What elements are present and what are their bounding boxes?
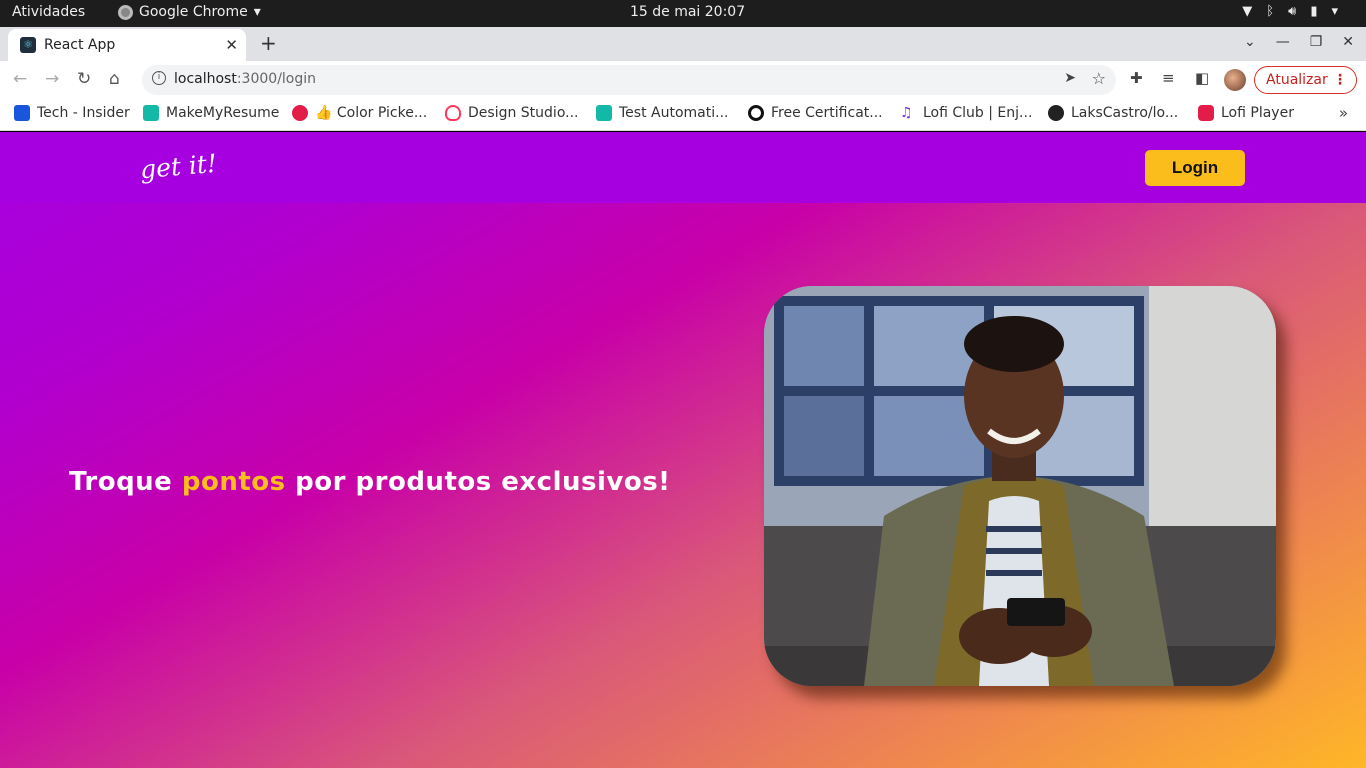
music-note-icon: ♫	[900, 105, 913, 121]
system-tray[interactable]: ▼ ᛒ 🔊︎ ▮ ▾	[1242, 4, 1338, 19]
tab-react-app[interactable]: ⚛ React App ✕	[8, 29, 246, 61]
app-menu[interactable]: Google Chrome ▾	[118, 4, 261, 20]
login-button[interactable]: Login	[1145, 150, 1245, 186]
address-bar[interactable]: i localhost:3000/login ➤ ☆	[142, 65, 1116, 95]
bookmark-favicon-icon	[596, 105, 612, 121]
bookmark-favicon-icon	[292, 105, 308, 121]
app-name: Google Chrome	[139, 4, 248, 20]
hero-headline: Troque pontos por produtos exclusivos!	[69, 467, 671, 497]
side-panel-icon[interactable]: ◧	[1195, 69, 1209, 87]
github-icon	[1048, 105, 1064, 121]
tab-search-icon[interactable]: ⌄	[1244, 34, 1256, 50]
tray-caret-icon: ▾	[1331, 4, 1338, 19]
update-button[interactable]: Atualizar ⋮	[1254, 66, 1357, 94]
bluetooth-icon: ᛒ	[1266, 4, 1275, 19]
hero-accent-word: pontos	[181, 467, 286, 497]
airbnb-icon	[445, 105, 461, 121]
tab-strip: ⚛ React App ✕ + ⌄ — ❐ ✕	[0, 27, 1366, 61]
forward-icon[interactable]: →	[45, 69, 59, 89]
close-tab-icon[interactable]: ✕	[225, 36, 238, 54]
bookmark-favicon-icon	[1198, 105, 1214, 121]
kebab-menu-icon[interactable]: ⋮	[1333, 67, 1347, 93]
minimize-icon[interactable]: —	[1276, 34, 1290, 50]
send-icon[interactable]: ➤	[1064, 70, 1076, 86]
profile-avatar[interactable]	[1224, 69, 1246, 91]
new-tab-button[interactable]: +	[260, 31, 277, 55]
bookmark-design-studio[interactable]: Design Studio...	[445, 105, 578, 121]
bookmark-favicon-icon	[748, 105, 764, 121]
reload-icon[interactable]: ↻	[77, 69, 91, 89]
site-info-icon[interactable]: i	[152, 71, 166, 85]
system-top-bar: Atividades Google Chrome ▾ 15 de mai 20:…	[0, 0, 1366, 27]
react-icon: ⚛	[20, 37, 36, 53]
media-control-icon[interactable]: ≡	[1162, 69, 1175, 87]
bookmark-tech-insider[interactable]: Tech - Insider	[14, 105, 130, 121]
page-content: get it! Login Troque pontos por produtos…	[0, 132, 1366, 768]
close-window-icon[interactable]: ✕	[1342, 34, 1354, 50]
window-controls: ⌄ — ❐ ✕	[1244, 34, 1354, 50]
activities-button[interactable]: Atividades	[12, 4, 85, 20]
bookmark-makemyresume[interactable]: MakeMyResume	[143, 105, 279, 121]
battery-icon: ▮	[1310, 4, 1318, 19]
bookmark-color-picker[interactable]: 👍 Color Picke...	[292, 105, 427, 121]
bookmark-lofi-player[interactable]: Lofi Player	[1198, 105, 1294, 121]
restore-icon[interactable]: ❐	[1310, 34, 1323, 50]
bookmark-favicon-icon	[143, 105, 159, 121]
bookmark-favicon-icon	[14, 105, 30, 121]
bookmark-test-automation[interactable]: Test Automati...	[596, 105, 728, 121]
site-logo[interactable]: get it!	[139, 149, 218, 185]
hero-photo	[764, 286, 1276, 686]
wifi-icon: ▼	[1242, 4, 1253, 19]
home-icon[interactable]: ⌂	[109, 69, 120, 89]
volume-icon: 🔊︎	[1288, 4, 1297, 19]
back-icon[interactable]: ←	[13, 69, 27, 89]
clock[interactable]: 15 de mai 20:07	[630, 4, 745, 20]
more-bookmarks-icon[interactable]: »	[1339, 104, 1348, 122]
bookmark-free-certificates[interactable]: Free Certificat...	[748, 105, 883, 121]
bookmark-lofi-club[interactable]: ♫ Lofi Club | Enj...	[900, 105, 1032, 121]
extensions-icon[interactable]: ✚	[1130, 69, 1143, 87]
chrome-icon	[118, 4, 133, 20]
tab-title: React App	[44, 37, 116, 53]
bookmarks-bar: Tech - Insider MakeMyResume 👍 Color Pick…	[0, 98, 1366, 131]
browser-toolbar: ← → ↻ ⌂ i localhost:3000/login ➤ ☆ ✚ ≡ ◧…	[0, 61, 1366, 98]
bookmark-github-lakscastro[interactable]: LaksCastro/lo...	[1048, 105, 1178, 121]
bookmark-star-icon[interactable]: ☆	[1092, 69, 1106, 88]
man-with-phone-image	[764, 286, 1276, 686]
caret-down-icon: ▾	[253, 4, 261, 20]
url-text[interactable]: localhost:3000/login	[174, 71, 316, 87]
site-navbar: get it! Login	[0, 132, 1366, 203]
